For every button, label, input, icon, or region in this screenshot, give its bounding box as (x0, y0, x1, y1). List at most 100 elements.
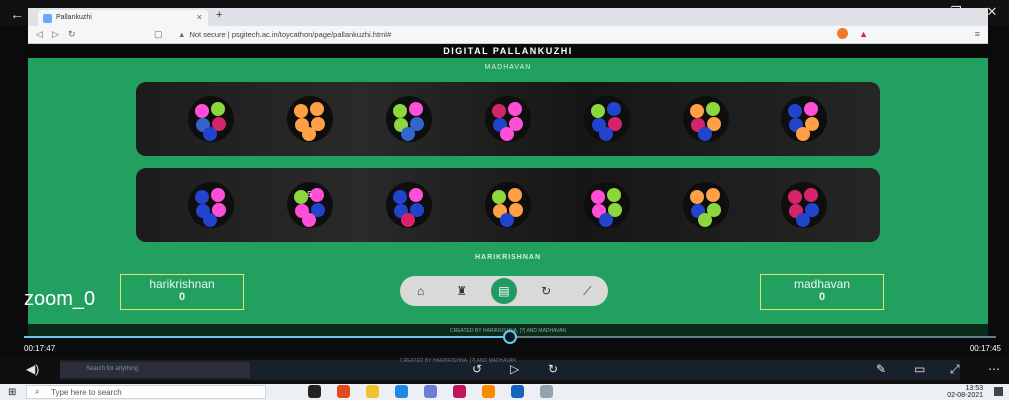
bottom-pit[interactable] (484, 182, 531, 228)
time-current: 00:17:47 (24, 344, 56, 353)
new-tab-icon[interactable]: + (216, 9, 222, 21)
cortana-icon[interactable] (308, 385, 321, 398)
app-icon[interactable] (453, 385, 466, 398)
seed (606, 188, 621, 202)
bottom-pit[interactable] (386, 182, 433, 228)
bookmark-icon[interactable]: ▢ (154, 29, 163, 40)
seed (705, 102, 720, 116)
top-pit[interactable] (484, 96, 531, 142)
bottom-pit[interactable] (682, 182, 729, 228)
seed (697, 127, 712, 141)
home-icon[interactable]: ⌂ (409, 284, 433, 298)
seed (796, 213, 811, 227)
rewind-10-icon[interactable]: ↺ (472, 362, 482, 376)
explorer-icon[interactable] (366, 385, 379, 398)
top-pit[interactable] (682, 96, 729, 142)
tab-close-icon[interactable]: × (197, 12, 202, 22)
seed (401, 127, 416, 141)
seed (804, 102, 819, 116)
top-player-label: MADHAVAN (484, 64, 532, 71)
url-field[interactable]: ▲ Not secure | psgitech.ac.in/toycathon/p… (178, 30, 391, 39)
inner-footer-text: CREATED BY HARIKRISHNA, [?] AND MADHAVAN (400, 358, 517, 364)
top-pit[interactable] (188, 96, 235, 142)
zoom-overlay-label: zoom_0 (24, 288, 96, 310)
seed (697, 213, 712, 227)
taskbar-apps (308, 385, 553, 398)
score-card-left: harikrishnan 0 (120, 274, 244, 310)
score-value: 0 (178, 291, 186, 303)
player-controls: ◀) Search for anything CREATED BY HARIKR… (0, 356, 1009, 384)
favicon-icon (43, 14, 52, 23)
seed (590, 104, 605, 118)
search-icon: ⌕ (35, 387, 40, 396)
score-card-right: madhavan 0 (760, 274, 884, 310)
seed (393, 190, 408, 204)
top-pit[interactable] (583, 96, 630, 142)
seed (491, 190, 506, 204)
seed (491, 104, 506, 118)
taskbar-search[interactable]: ⌕ Type here to search (26, 385, 266, 399)
reload-icon[interactable]: ↻ (68, 29, 76, 40)
menu-icon[interactable]: ≡ (975, 29, 980, 39)
app-icon[interactable] (540, 385, 553, 398)
time-total: 00:17:45 (969, 344, 1001, 353)
browser-tab[interactable]: Pallankuzhi × (38, 10, 208, 26)
pit-count-label: 5 (307, 190, 312, 199)
forward-30-icon[interactable]: ↻ (548, 362, 558, 376)
brave-shield-icon[interactable] (837, 28, 848, 39)
seed (211, 102, 226, 116)
seed (203, 127, 218, 141)
seed (796, 127, 811, 141)
windows-start-icon[interactable]: ⊞ (8, 387, 16, 398)
seed (294, 104, 309, 118)
forward-icon[interactable]: ▷ (52, 29, 59, 40)
seed (598, 127, 613, 141)
seed (788, 190, 803, 204)
seed (689, 190, 704, 204)
top-pit[interactable] (386, 96, 433, 142)
page-title: DIGITAL PALLANKUZHI (28, 44, 988, 58)
top-pit[interactable] (781, 96, 828, 142)
mini-player-icon[interactable]: ▭ (914, 362, 925, 376)
bottom-pit[interactable] (781, 182, 828, 228)
edge-icon[interactable] (395, 385, 408, 398)
video-scrubber[interactable] (24, 330, 996, 344)
app-icon[interactable] (511, 385, 524, 398)
inner-search-field: Search for anything (60, 362, 250, 378)
back-arrow-icon[interactable]: ← (10, 6, 24, 22)
bottom-pit[interactable] (583, 182, 630, 228)
bottom-pit[interactable] (188, 182, 235, 228)
rules-icon[interactable]: ♜ (450, 284, 474, 298)
clock-date: 02-08-2021 (947, 392, 983, 399)
seed (393, 104, 408, 118)
bottom-player-label: HARIKRISHNAN (474, 254, 542, 261)
bottom-pit[interactable]: 5 (287, 182, 334, 228)
score-name: harikrishnan (149, 277, 215, 291)
seed (294, 190, 309, 204)
back-icon[interactable]: ◁ (36, 29, 43, 40)
restart-icon[interactable]: ↻ (534, 284, 558, 298)
seed (203, 213, 218, 227)
top-pit[interactable] (287, 96, 334, 142)
game-page: DIGITAL PALLANKUZHI MADHAVAN 5 HARIKRISH… (28, 44, 988, 338)
seed (606, 102, 621, 116)
warning-icon: ▲ (178, 30, 186, 39)
scrubber-handle[interactable] (503, 330, 517, 344)
browser-window: Pallankuzhi × + ◁ ▷ ↻ ▢ ▲ Not secure | ps… (28, 8, 988, 338)
volume-icon[interactable]: ◀) (26, 362, 39, 376)
rewards-icon[interactable]: ▲ (859, 29, 868, 39)
save-icon[interactable]: ▤ (490, 278, 517, 304)
seed (195, 104, 210, 118)
board-row-bottom: 5 (136, 168, 880, 242)
app-icon[interactable] (482, 385, 495, 398)
system-tray[interactable]: 13:53 02-08-2021 (947, 385, 983, 399)
stats-icon[interactable]: ⟋ (575, 284, 599, 299)
fullscreen-icon[interactable]: ⤢ (950, 362, 960, 377)
brave-icon[interactable] (337, 385, 350, 398)
more-icon[interactable]: ⋯ (988, 362, 1000, 376)
app-icon[interactable] (424, 385, 437, 398)
scrubber-progress (24, 336, 510, 338)
play-icon[interactable]: ▷ (510, 362, 519, 376)
edit-icon[interactable]: ✎ (876, 362, 886, 376)
notification-icon[interactable] (994, 387, 1003, 396)
